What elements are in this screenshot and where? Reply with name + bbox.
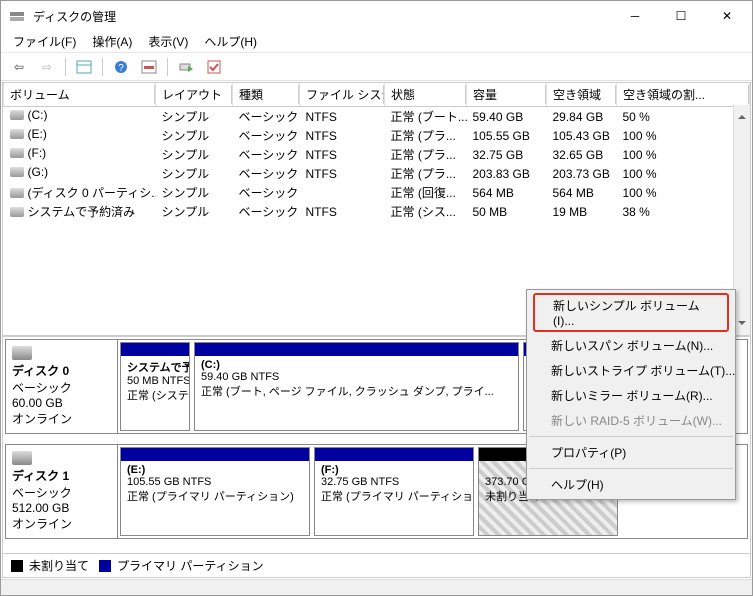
column-header[interactable]: 空き領域 (547, 83, 617, 107)
help-icon[interactable]: ? (109, 56, 133, 78)
column-header[interactable]: ボリューム (4, 83, 156, 107)
partition[interactable]: システムで予約済50 MB NTFS正常 (システム, ... (120, 342, 190, 431)
column-header[interactable]: ファイル システム (300, 83, 385, 107)
view-list-icon[interactable] (72, 56, 96, 78)
table-row[interactable]: (G:)シンプルベーシックNTFS正常 (プラ...203.83 GB203.7… (4, 164, 750, 183)
column-header[interactable]: 種類 (233, 83, 300, 107)
toolbar: ⇦ ⇨ ? (1, 53, 752, 81)
column-header[interactable]: 状態 (385, 83, 467, 107)
menu-action[interactable]: 操作(A) (84, 33, 140, 50)
legend-unallocated-swatch (11, 560, 23, 572)
maximize-button[interactable]: ☐ (658, 1, 704, 31)
legend-primary-label: プライマリ パーティション (117, 557, 264, 574)
ctx-new-simple-volume[interactable]: 新しいシンプル ボリューム(I)... (533, 293, 729, 332)
column-header[interactable]: レイアウト (156, 83, 233, 107)
close-button[interactable]: ✕ (704, 1, 750, 31)
menu-help[interactable]: ヘルプ(H) (196, 33, 265, 50)
partition[interactable]: (C:)59.40 GB NTFS正常 (ブート, ページ ファイル, クラッシ… (194, 342, 519, 431)
table-row[interactable]: (F:)シンプルベーシックNTFS正常 (プラ...32.75 GB32.65 … (4, 145, 750, 164)
legend: 未割り当て プライマリ パーティション (3, 553, 750, 577)
menu-view[interactable]: 表示(V) (140, 33, 196, 50)
disk-0-header[interactable]: ディスク 0 ベーシック 60.00 GB オンライン (6, 340, 118, 433)
statusbar (1, 579, 752, 595)
action-icon[interactable] (174, 56, 198, 78)
minimize-button[interactable]: ─ (612, 1, 658, 31)
table-row[interactable]: (C:)シンプルベーシックNTFS正常 (ブート...59.40 GB29.84… (4, 107, 750, 127)
menu-file[interactable]: ファイル(F) (5, 33, 84, 50)
disk-icon (12, 346, 32, 360)
titlebar: ディスクの管理 ─ ☐ ✕ (1, 1, 752, 31)
disk-0-name: ディスク 0 (12, 362, 111, 379)
legend-primary-swatch (99, 560, 111, 572)
table-row[interactable]: (E:)シンプルベーシックNTFS正常 (プラ...105.55 GB105.4… (4, 126, 750, 145)
ctx-new-mirror-volume[interactable]: 新しいミラー ボリューム(R)... (527, 383, 735, 408)
partition[interactable]: (F:)32.75 GB NTFS正常 (プライマリ パーティション) (314, 447, 474, 536)
ctx-separator (529, 436, 733, 437)
context-menu: 新しいシンプル ボリューム(I)... 新しいスパン ボリューム(N)... 新… (526, 289, 736, 500)
legend-unallocated-label: 未割り当て (29, 557, 89, 574)
table-row[interactable]: (ディスク 0 パーティシ...シンプルベーシック正常 (回復...564 MB… (4, 183, 750, 202)
menubar: ファイル(F) 操作(A) 表示(V) ヘルプ(H) (1, 31, 752, 53)
table-row[interactable]: システムで予約済みシンプルベーシックNTFS正常 (シス...50 MB19 M… (4, 202, 750, 221)
view-graphical-icon[interactable] (137, 56, 161, 78)
volume-table: ボリュームレイアウト種類ファイル システム状態容量空き領域空き領域の割... (… (3, 83, 750, 221)
check-icon[interactable] (202, 56, 226, 78)
window-title: ディスクの管理 (33, 8, 612, 25)
ctx-separator (529, 468, 733, 469)
app-icon (9, 8, 25, 24)
svg-text:?: ? (118, 63, 124, 74)
disk-icon (12, 451, 32, 465)
disk-1-name: ディスク 1 (12, 467, 111, 484)
ctx-properties[interactable]: プロパティ(P) (527, 440, 735, 465)
ctx-new-raid5-volume: 新しい RAID-5 ボリューム(W)... (527, 408, 735, 433)
column-header[interactable]: 空き領域の割... (617, 83, 750, 107)
ctx-new-span-volume[interactable]: 新しいスパン ボリューム(N)... (527, 333, 735, 358)
ctx-help[interactable]: ヘルプ(H) (527, 472, 735, 497)
partition[interactable]: (E:)105.55 GB NTFS正常 (プライマリ パーティション) (120, 447, 310, 536)
back-button[interactable]: ⇦ (7, 56, 31, 78)
forward-button[interactable]: ⇨ (35, 56, 59, 78)
disk-1-header[interactable]: ディスク 1 ベーシック 512.00 GB オンライン (6, 445, 118, 538)
ctx-new-stripe-volume[interactable]: 新しいストライプ ボリューム(T)... (527, 358, 735, 383)
column-header[interactable]: 容量 (467, 83, 547, 107)
disk-management-window: ディスクの管理 ─ ☐ ✕ ファイル(F) 操作(A) 表示(V) ヘルプ(H)… (0, 0, 753, 596)
